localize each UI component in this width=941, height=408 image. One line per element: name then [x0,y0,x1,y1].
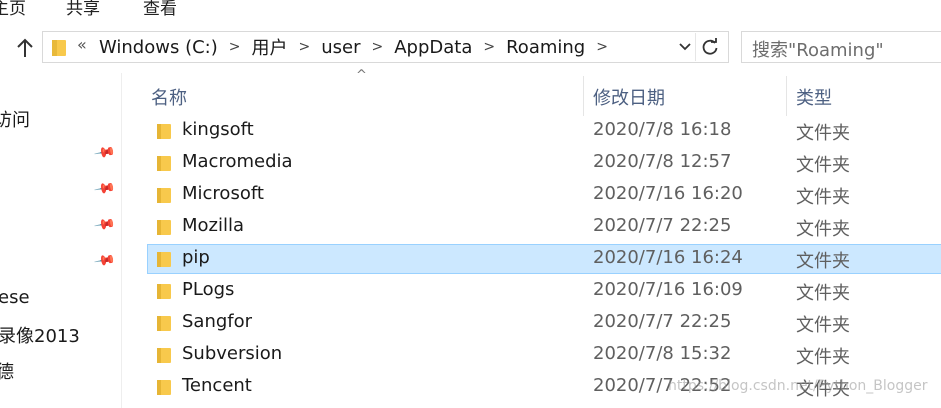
file-type: 文件夹 [796,187,850,208]
chevron-right-icon[interactable]: > [371,39,383,55]
file-type: 文件夹 [796,155,850,176]
file-name: PLogs [182,279,235,300]
breadcrumb-appdata[interactable]: AppData [394,37,472,58]
file-type: 文件夹 [796,347,850,368]
file-date: 2020/7/8 16:18 [593,119,732,140]
folder-icon [157,252,171,267]
ribbon-tab-view[interactable]: 查看 [143,0,177,19]
file-name: pip [182,247,210,268]
file-name: kingsoft [182,119,254,140]
folder-icon [157,284,171,299]
breadcrumb-overflow[interactable]: « [77,35,87,54]
file-date: 2020/7/16 16:20 [593,183,743,204]
chevron-right-icon[interactable]: > [298,39,310,55]
file-row[interactable]: kingsoft 2020/7/8 16:18 文件夹 [147,116,941,146]
nav-item-recording[interactable]: 录像2013 [0,322,80,348]
nav-item-quick-access[interactable]: 访问 [0,106,30,132]
file-row[interactable]: Microsoft 2020/7/16 16:20 文件夹 [147,180,941,210]
nav-item-ese[interactable]: ese [0,287,30,308]
column-header-name[interactable]: 名称 [151,84,187,110]
pin-icon[interactable]: 📌 [93,177,116,200]
file-row[interactable]: PLogs 2020/7/16 16:09 文件夹 [147,276,941,306]
column-divider[interactable] [786,76,787,116]
file-name: Sangfor [182,311,253,332]
column-divider[interactable] [583,76,584,116]
ribbon-tab-home[interactable]: 主页 [0,0,26,19]
file-date: 2020/7/7 22:25 [593,215,732,236]
search-placeholder: 搜索"Roaming" [752,40,884,61]
file-type: 文件夹 [796,123,850,144]
up-arrow-icon[interactable] [12,34,38,62]
column-header-type[interactable]: 类型 [796,84,832,110]
breadcrumb-users[interactable]: 用户 [251,34,287,60]
file-type: 文件夹 [796,283,850,304]
watermark: https://blog.csdn.net/Python_Blogger [668,378,928,394]
folder-icon [157,380,171,395]
chevron-down-icon[interactable] [678,36,692,60]
folder-icon [157,156,171,171]
address-bar[interactable]: « Windows (C:) > 用户 > user > AppData > R… [42,31,729,63]
file-name: Tencent [182,375,252,396]
file-date: 2020/7/8 15:32 [593,343,732,364]
column-header-date[interactable]: 修改日期 [593,84,665,110]
file-date: 2020/7/16 16:24 [593,247,743,268]
file-row[interactable]: Sangfor 2020/7/7 22:25 文件夹 [147,308,941,338]
search-input[interactable]: 搜索"Roaming" [741,31,941,63]
file-type: 文件夹 [796,219,850,240]
pin-icon[interactable]: 📌 [93,141,116,164]
folder-icon [157,348,171,363]
file-date: 2020/7/16 16:09 [593,279,743,300]
chevron-right-icon[interactable]: > [596,39,608,55]
chevron-right-icon[interactable]: > [229,39,241,55]
chevron-right-icon[interactable]: > [483,39,495,55]
file-type: 文件夹 [796,315,850,336]
refresh-icon[interactable] [695,33,724,61]
file-name: Mozilla [182,215,245,236]
pin-icon[interactable]: 📌 [93,249,116,272]
file-date: 2020/7/7 22:25 [593,311,732,332]
file-row[interactable]: pip 2020/7/16 16:24 文件夹 [147,244,941,274]
file-name: Subversion [182,343,283,364]
folder-icon [157,124,171,139]
breadcrumb: Windows (C:) > 用户 > user > AppData > Roa… [99,32,619,62]
file-date: 2020/7/8 12:57 [593,151,732,172]
breadcrumb-roaming[interactable]: Roaming [506,37,585,58]
arrow-up-icon [17,38,33,57]
file-row[interactable]: Macromedia 2020/7/8 12:57 文件夹 [147,148,941,178]
file-name: Macromedia [182,151,293,172]
folder-icon [157,220,171,235]
file-name: Microsoft [182,183,264,204]
folder-icon [157,188,171,203]
pane-divider [121,73,122,408]
file-row[interactable]: Subversion 2020/7/8 15:32 文件夹 [147,340,941,370]
sort-ascending-icon: ^ [356,68,367,83]
ribbon-tab-share[interactable]: 共享 [66,0,100,19]
folder-icon [52,40,66,56]
breadcrumb-user[interactable]: user [321,37,360,58]
pin-icon[interactable]: 📌 [93,213,116,236]
nav-item-de[interactable]: 德 [0,358,14,384]
file-row[interactable]: Mozilla 2020/7/7 22:25 文件夹 [147,212,941,242]
breadcrumb-drive[interactable]: Windows (C:) [99,37,218,58]
folder-icon [157,316,171,331]
file-type: 文件夹 [796,251,850,272]
